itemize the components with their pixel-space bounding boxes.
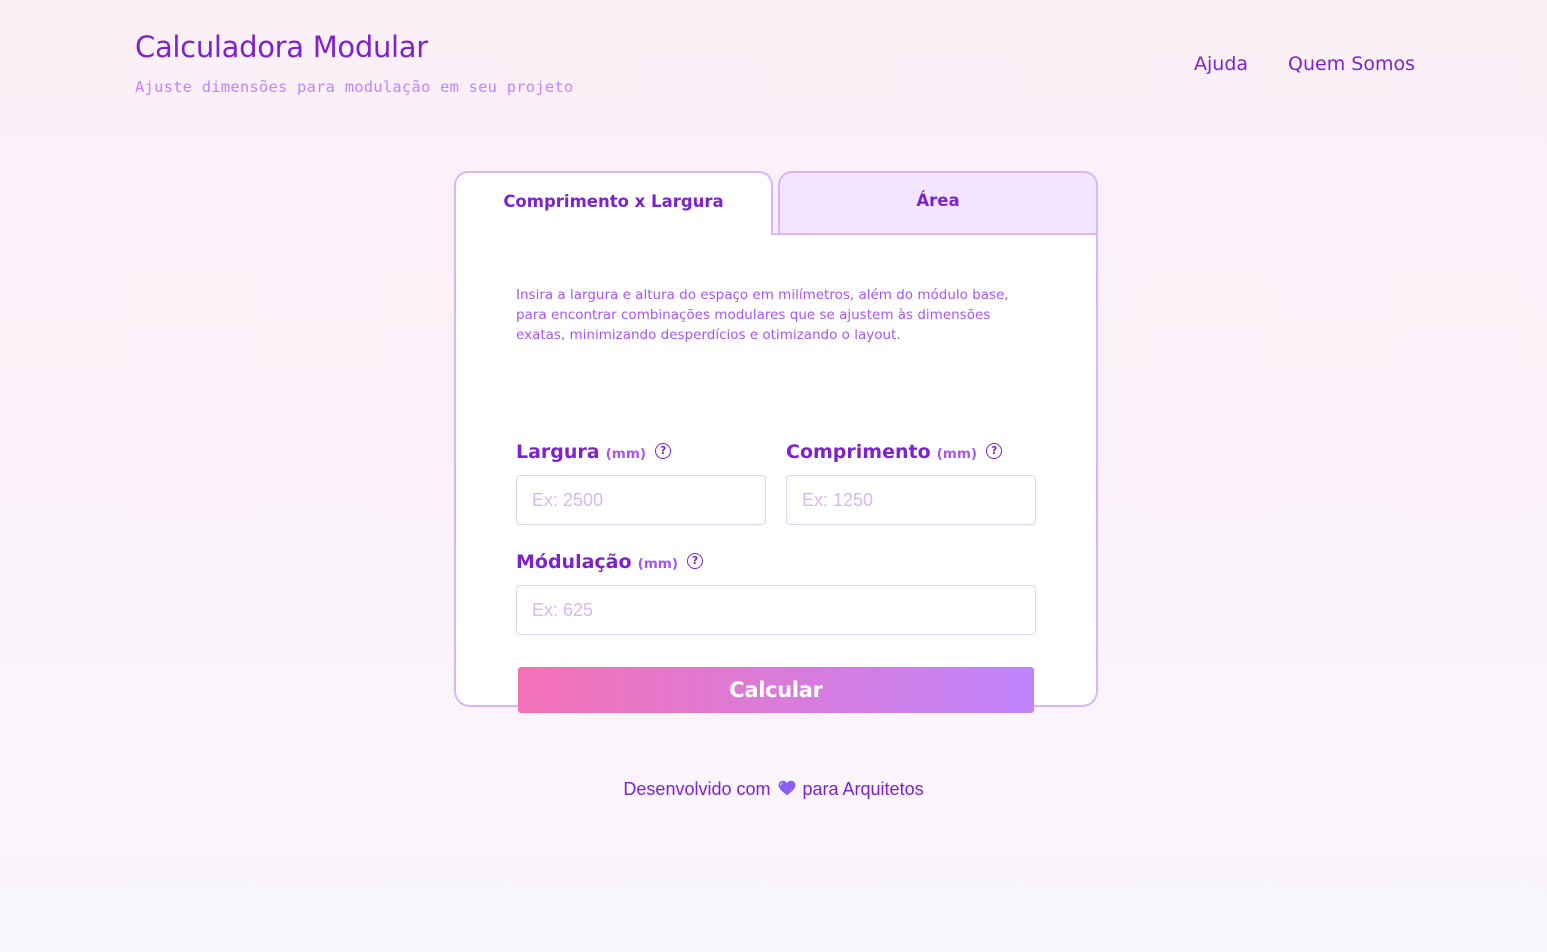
largura-field: Largura (mm) ? [516, 440, 766, 525]
largura-label: Largura (mm) ? [516, 440, 766, 464]
purple-heart-icon [778, 780, 796, 801]
brand: Calculadora Modular Ajuste dimensões par… [135, 30, 573, 96]
modulacao-label-text: Módulação [516, 551, 632, 573]
tab-panel: Insira a largura e altura do espaço em m… [454, 233, 1098, 713]
app-subtitle: Ajuste dimensões para modulação em seu p… [135, 78, 574, 96]
nav-link-quem-somos[interactable]: Quem Somos [1288, 53, 1415, 75]
help-circle-icon[interactable]: ? [687, 553, 704, 569]
form-description: Insira a largura e altura do espaço em m… [516, 287, 1009, 343]
largura-input[interactable] [516, 475, 766, 525]
calculator-card: Comprimento x Largura Área Insira a larg… [454, 171, 1098, 713]
tab-bar: Comprimento x Largura Área [454, 171, 1098, 235]
comprimento-unit: (mm) [936, 446, 978, 462]
help-circle-icon[interactable]: ? [655, 443, 672, 459]
help-circle-icon[interactable]: ? [986, 443, 1003, 459]
largura-label-text: Largura [516, 441, 600, 463]
largura-unit: (mm) [605, 446, 647, 462]
modulacao-field: Módulação (mm) ? [516, 550, 1036, 635]
footer-text-before: Desenvolvido com [623, 779, 771, 799]
site-footer: Desenvolvido com para Arquitetos [0, 779, 1547, 801]
tab-divider [773, 233, 1098, 235]
tab-area[interactable]: Área [778, 171, 1098, 235]
comprimento-label: Comprimento (mm) ? [786, 440, 1036, 464]
comprimento-field: Comprimento (mm) ? [786, 440, 1036, 525]
modulacao-input[interactable] [516, 585, 1036, 635]
modulacao-unit: (mm) [637, 556, 679, 572]
modulacao-label: Módulação (mm) ? [516, 550, 1036, 574]
app-title[interactable]: Calculadora Modular [135, 30, 573, 64]
nav-link-ajuda[interactable]: Ajuda [1194, 53, 1248, 75]
comprimento-input[interactable] [786, 475, 1036, 525]
tab-comprimento-largura[interactable]: Comprimento x Largura [454, 171, 773, 235]
top-nav: Ajuda Quem Somos [1194, 53, 1415, 75]
footer-text-after: para Arquitetos [802, 779, 924, 799]
comprimento-label-text: Comprimento [786, 441, 931, 463]
calcular-button[interactable]: Calcular [518, 667, 1034, 713]
